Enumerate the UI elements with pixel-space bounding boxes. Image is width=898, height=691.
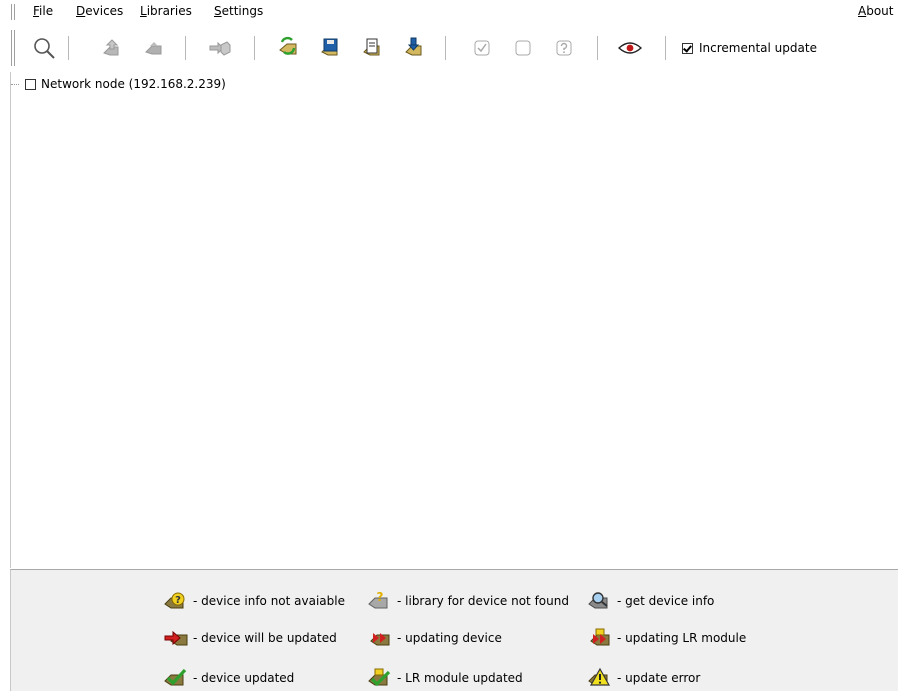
tree-node-checkbox[interactable] (25, 78, 36, 90)
copy-icon (363, 38, 380, 56)
legend-text: - updating device (397, 631, 502, 645)
legend-text: - get device info (617, 594, 715, 608)
legend-text: - update error (617, 671, 701, 685)
library-question-icon: ? (367, 590, 393, 612)
toolbar-grip (14, 30, 15, 66)
menu-libraries[interactable]: Libraries (140, 4, 192, 18)
toolbar-separator (68, 36, 69, 60)
legend-get-device-info: - get device info (587, 590, 714, 612)
lr-module-updated-icon (367, 667, 393, 689)
menubar-grip (14, 4, 15, 20)
legend-update-error: - update error (587, 667, 700, 689)
tree-node-label: Network node (192.168.2.239) (41, 77, 226, 91)
view-icon (618, 42, 642, 54)
legend-updating-lr-module: - updating LR module (587, 627, 746, 649)
menu-devices[interactable]: Devices (76, 4, 123, 18)
legend-updating-device: - updating device (367, 627, 502, 649)
save-button[interactable] (316, 34, 344, 62)
refresh-icon (279, 36, 297, 55)
red-arrow-device-icon (163, 627, 189, 649)
query-button[interactable] (550, 34, 578, 62)
upload-device-button[interactable] (98, 34, 126, 62)
toolbar-grip (11, 30, 12, 66)
download-device-button[interactable] (140, 34, 168, 62)
download-library-button[interactable] (400, 34, 428, 62)
check-all-button[interactable] (468, 34, 496, 62)
device-tree[interactable]: Network node (192.168.2.239) (10, 72, 898, 568)
device-arrow-icon (209, 41, 231, 56)
tree-node[interactable]: Network node (192.168.2.239) (11, 77, 226, 91)
download-library-icon (405, 37, 422, 56)
warning-device-icon (587, 667, 613, 689)
green-check-device-icon (163, 667, 189, 689)
search-button[interactable] (30, 34, 58, 62)
tree-connector (11, 83, 19, 85)
svg-text:?: ? (175, 595, 181, 606)
menu-bar: File Devices Libraries Settings About (0, 0, 898, 22)
view-button[interactable] (616, 34, 644, 62)
legend-text: - device will be updated (193, 631, 337, 645)
uncheck-all-icon (515, 40, 531, 56)
save-icon (321, 38, 338, 56)
legend-library-not-found: ? - library for device not found (367, 590, 569, 612)
legend-info-not-available: ? - device info not avaiable (163, 590, 345, 612)
toolbar-separator (445, 36, 446, 60)
menu-settings[interactable]: Settings (214, 4, 263, 18)
toolbar: Incremental update (0, 26, 898, 70)
incremental-update-control[interactable]: Incremental update (682, 40, 817, 56)
legend-text: - device info not avaiable (193, 594, 345, 608)
legend-device-updated: - device updated (163, 667, 294, 689)
legend-text: - device updated (193, 671, 295, 685)
incremental-update-label: Incremental update (699, 41, 817, 55)
uncheck-all-button[interactable] (509, 34, 537, 62)
toolbar-separator (665, 36, 666, 60)
check-all-icon (474, 40, 490, 56)
svg-text:?: ? (377, 590, 384, 604)
search-icon (34, 38, 55, 59)
toolbar-separator (254, 36, 255, 60)
magnifier-device-icon (587, 590, 613, 612)
legend-lr-module-updated: - LR module updated (367, 667, 523, 689)
menubar-grip (11, 4, 12, 20)
upload-device-icon (103, 39, 119, 56)
legend-text: - updating LR module (617, 631, 747, 645)
question-device-icon: ? (163, 590, 189, 612)
legend-text: - library for device not found (397, 594, 569, 608)
toolbar-separator (185, 36, 186, 60)
menu-file[interactable]: File (33, 4, 53, 18)
updating-lr-module-icon (587, 627, 613, 649)
legend-will-be-updated: - device will be updated (163, 627, 337, 649)
status-legend: ? - device info not avaiable ? - library… (10, 569, 898, 691)
query-icon (556, 40, 572, 56)
legend-text: - LR module updated (397, 671, 523, 685)
download-device-icon (145, 42, 162, 55)
copy-button[interactable] (358, 34, 386, 62)
updating-device-icon (367, 627, 393, 649)
device-arrow-button[interactable] (206, 34, 234, 62)
toolbar-separator (597, 36, 598, 60)
refresh-button[interactable] (274, 34, 302, 62)
incremental-update-checkbox[interactable] (682, 42, 693, 54)
menu-about[interactable]: About (858, 4, 894, 18)
